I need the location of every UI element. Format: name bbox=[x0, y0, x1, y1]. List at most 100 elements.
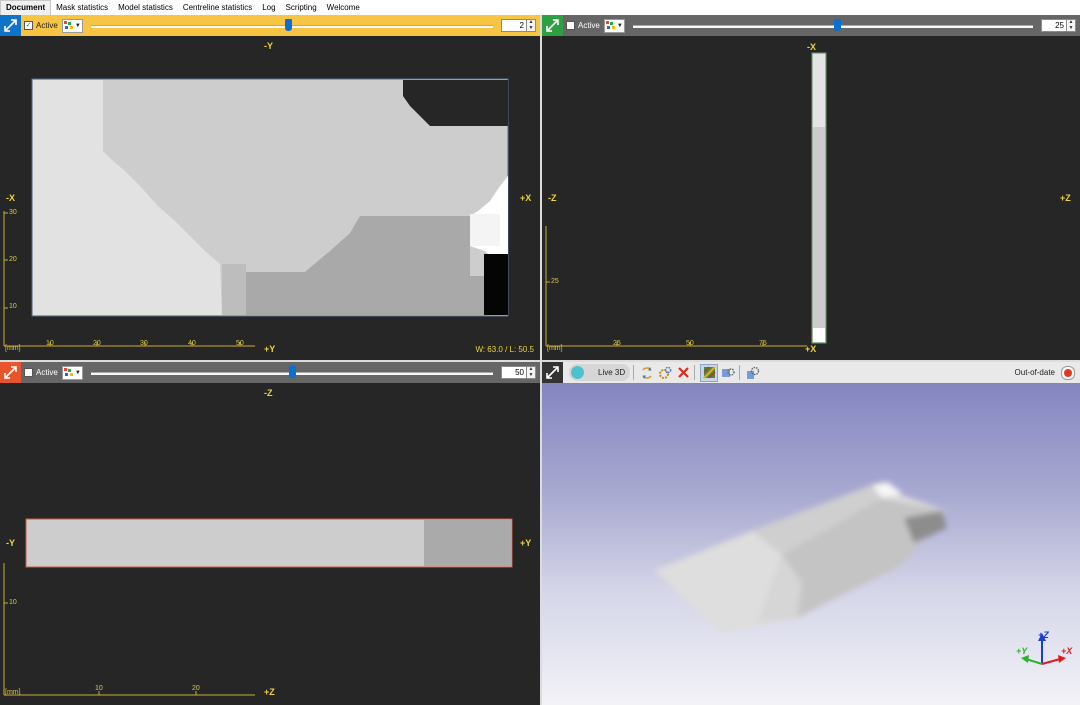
ruler-unit: [mm] bbox=[5, 345, 21, 352]
tab-mask-statistics[interactable]: Mask statistics bbox=[51, 0, 113, 15]
ruler-tick: 20 bbox=[9, 256, 17, 263]
document-tab-bar: Document Mask statistics Model statistic… bbox=[0, 0, 1080, 15]
spin-arrows[interactable]: ▲ ▼ bbox=[527, 366, 536, 379]
live-3d-label: Live 3D bbox=[598, 368, 626, 377]
live-3d-toggle[interactable]: Live 3D bbox=[569, 364, 631, 381]
render-canvas[interactable]: +Z +Y +X bbox=[542, 383, 1080, 705]
tab-document[interactable]: Document bbox=[0, 0, 52, 15]
gear-icon bbox=[659, 366, 672, 379]
expand-icon bbox=[546, 366, 559, 379]
slice-slider[interactable] bbox=[632, 18, 1033, 33]
ruler-tick: 75 bbox=[759, 340, 767, 347]
toggle-knob bbox=[571, 366, 584, 379]
record-button[interactable] bbox=[1061, 365, 1075, 380]
active-label: Active bbox=[36, 21, 58, 30]
spin-down-icon[interactable]: ▼ bbox=[1067, 25, 1075, 32]
slice-spinbox[interactable]: 2 ▲ ▼ bbox=[501, 19, 536, 32]
rendered-model bbox=[654, 482, 1066, 665]
orientation-top: -Y bbox=[264, 41, 273, 51]
tab-centreline-statistics[interactable]: Centreline statistics bbox=[178, 0, 257, 15]
refresh-button[interactable] bbox=[639, 365, 655, 381]
spin-arrows[interactable]: ▲ ▼ bbox=[1067, 19, 1076, 32]
tab-model-statistics[interactable]: Model statistics bbox=[113, 0, 178, 15]
ruler-tick: 25 bbox=[551, 278, 559, 285]
colormap-dropdown[interactable]: ▼ bbox=[603, 18, 625, 33]
expand-icon bbox=[4, 19, 17, 32]
maximize-view-button[interactable] bbox=[0, 362, 21, 383]
slice-spinbox[interactable]: 25 ▲ ▼ bbox=[1041, 19, 1076, 32]
checkbox-box[interactable]: ✓ bbox=[24, 21, 33, 30]
orientation-top: -Z bbox=[264, 388, 273, 398]
maximize-view-button[interactable] bbox=[542, 15, 563, 36]
clear-button[interactable] bbox=[675, 365, 691, 381]
chevron-down-icon: ▼ bbox=[74, 369, 81, 376]
active-checkbox[interactable]: Active bbox=[566, 21, 600, 30]
checkbox-box[interactable] bbox=[24, 368, 33, 377]
spin-arrows[interactable]: ▲ ▼ bbox=[527, 19, 536, 32]
slice-number-input[interactable]: 50 bbox=[501, 366, 527, 379]
slice-canvas[interactable]: -Z -Y +Y +Z [mm] 10 20 10 bbox=[0, 383, 540, 705]
view-3d[interactable]: Live 3D Out-of-date +Z +Y +X bbox=[542, 362, 1080, 705]
toolbar-separator bbox=[739, 365, 741, 380]
slider-thumb[interactable] bbox=[833, 18, 841, 31]
slider-track bbox=[90, 24, 493, 28]
ruler-tick: 40 bbox=[188, 340, 196, 347]
active-label: Active bbox=[578, 21, 600, 30]
orientation-left: -Y bbox=[6, 538, 15, 548]
axis-x-label: +X bbox=[1061, 646, 1073, 656]
view-toolbar: Active ▼ 50 ▲ ▼ bbox=[0, 362, 540, 383]
refresh-icon bbox=[642, 366, 652, 379]
expand-icon bbox=[4, 366, 17, 379]
maximize-view-button[interactable] bbox=[542, 362, 563, 383]
slice-canvas[interactable]: -Y -X +X +Y [mm] 10 20 30 40 50 30 20 10… bbox=[0, 36, 540, 360]
orientation-top: -X bbox=[807, 42, 816, 52]
slider-thumb[interactable] bbox=[284, 18, 292, 31]
slice-view-yellow[interactable]: ✓ Active ▼ 2 ▲ ▼ -Y -X +X +Y [mm] 10 20 … bbox=[0, 15, 540, 360]
slice-number-input[interactable]: 2 bbox=[501, 19, 527, 32]
colormap-dropdown[interactable]: ▼ bbox=[61, 365, 83, 380]
axis-z-label: +Z bbox=[1038, 630, 1049, 640]
tab-log[interactable]: Log bbox=[257, 0, 280, 15]
slice-view-green[interactable]: Active ▼ 25 ▲ ▼ -X -Z +Z +X [mm] 25 50 7… bbox=[542, 15, 1080, 360]
ruler-unit: [mm] bbox=[5, 689, 21, 696]
chevron-down-icon: ▼ bbox=[616, 22, 623, 29]
maximize-view-button[interactable] bbox=[0, 15, 21, 36]
mask-image bbox=[545, 52, 827, 347]
show-masks-button[interactable] bbox=[700, 363, 719, 382]
ruler-tick: 30 bbox=[140, 340, 148, 347]
slice-canvas[interactable]: -X -Z +Z +X [mm] 25 50 75 25 bbox=[542, 36, 1080, 360]
slice-slider[interactable] bbox=[90, 365, 493, 380]
active-checkbox[interactable]: ✓ Active bbox=[24, 21, 58, 30]
settings-refresh-button[interactable] bbox=[657, 365, 673, 381]
spin-down-icon[interactable]: ▼ bbox=[527, 372, 535, 379]
active-checkbox[interactable]: Active bbox=[24, 368, 58, 377]
spin-down-icon[interactable]: ▼ bbox=[527, 25, 535, 32]
view-3d-toolbar: Live 3D Out-of-date bbox=[542, 362, 1080, 383]
view-toolbar: Active ▼ 25 ▲ ▼ bbox=[542, 15, 1080, 36]
slice-view-red[interactable]: Active ▼ 50 ▲ ▼ -Z -Y +Y +Z [mm] 10 20 1… bbox=[0, 362, 540, 705]
window-level-readout: W: 63.0 / L: 50.5 bbox=[475, 345, 534, 354]
export-icon bbox=[747, 366, 760, 379]
ruler-tick: 10 bbox=[9, 599, 17, 606]
checkbox-box[interactable] bbox=[566, 21, 575, 30]
tab-scripting[interactable]: Scripting bbox=[281, 0, 322, 15]
slice-number-input[interactable]: 25 bbox=[1041, 19, 1067, 32]
record-icon bbox=[1064, 368, 1072, 377]
ruler-tick: 10 bbox=[9, 303, 17, 310]
slider-thumb[interactable] bbox=[288, 365, 296, 378]
export-button[interactable] bbox=[745, 365, 761, 381]
chevron-down-icon: ▼ bbox=[74, 22, 81, 29]
colormap-dropdown[interactable]: ▼ bbox=[61, 18, 83, 33]
colormap-icon bbox=[63, 367, 73, 376]
close-icon bbox=[677, 367, 689, 378]
orientation-right: +X bbox=[520, 193, 532, 203]
slice-spinbox[interactable]: 50 ▲ ▼ bbox=[501, 366, 536, 379]
ruler-tick: 50 bbox=[686, 340, 694, 347]
slice-slider[interactable] bbox=[90, 18, 493, 33]
toolbar-separator bbox=[633, 365, 635, 380]
show-models-button[interactable] bbox=[720, 365, 736, 381]
ruler-tick: 20 bbox=[192, 685, 200, 692]
ruler-tick: 20 bbox=[93, 340, 101, 347]
tab-welcome[interactable]: Welcome bbox=[322, 0, 365, 15]
ruler-tick: 30 bbox=[9, 209, 17, 216]
